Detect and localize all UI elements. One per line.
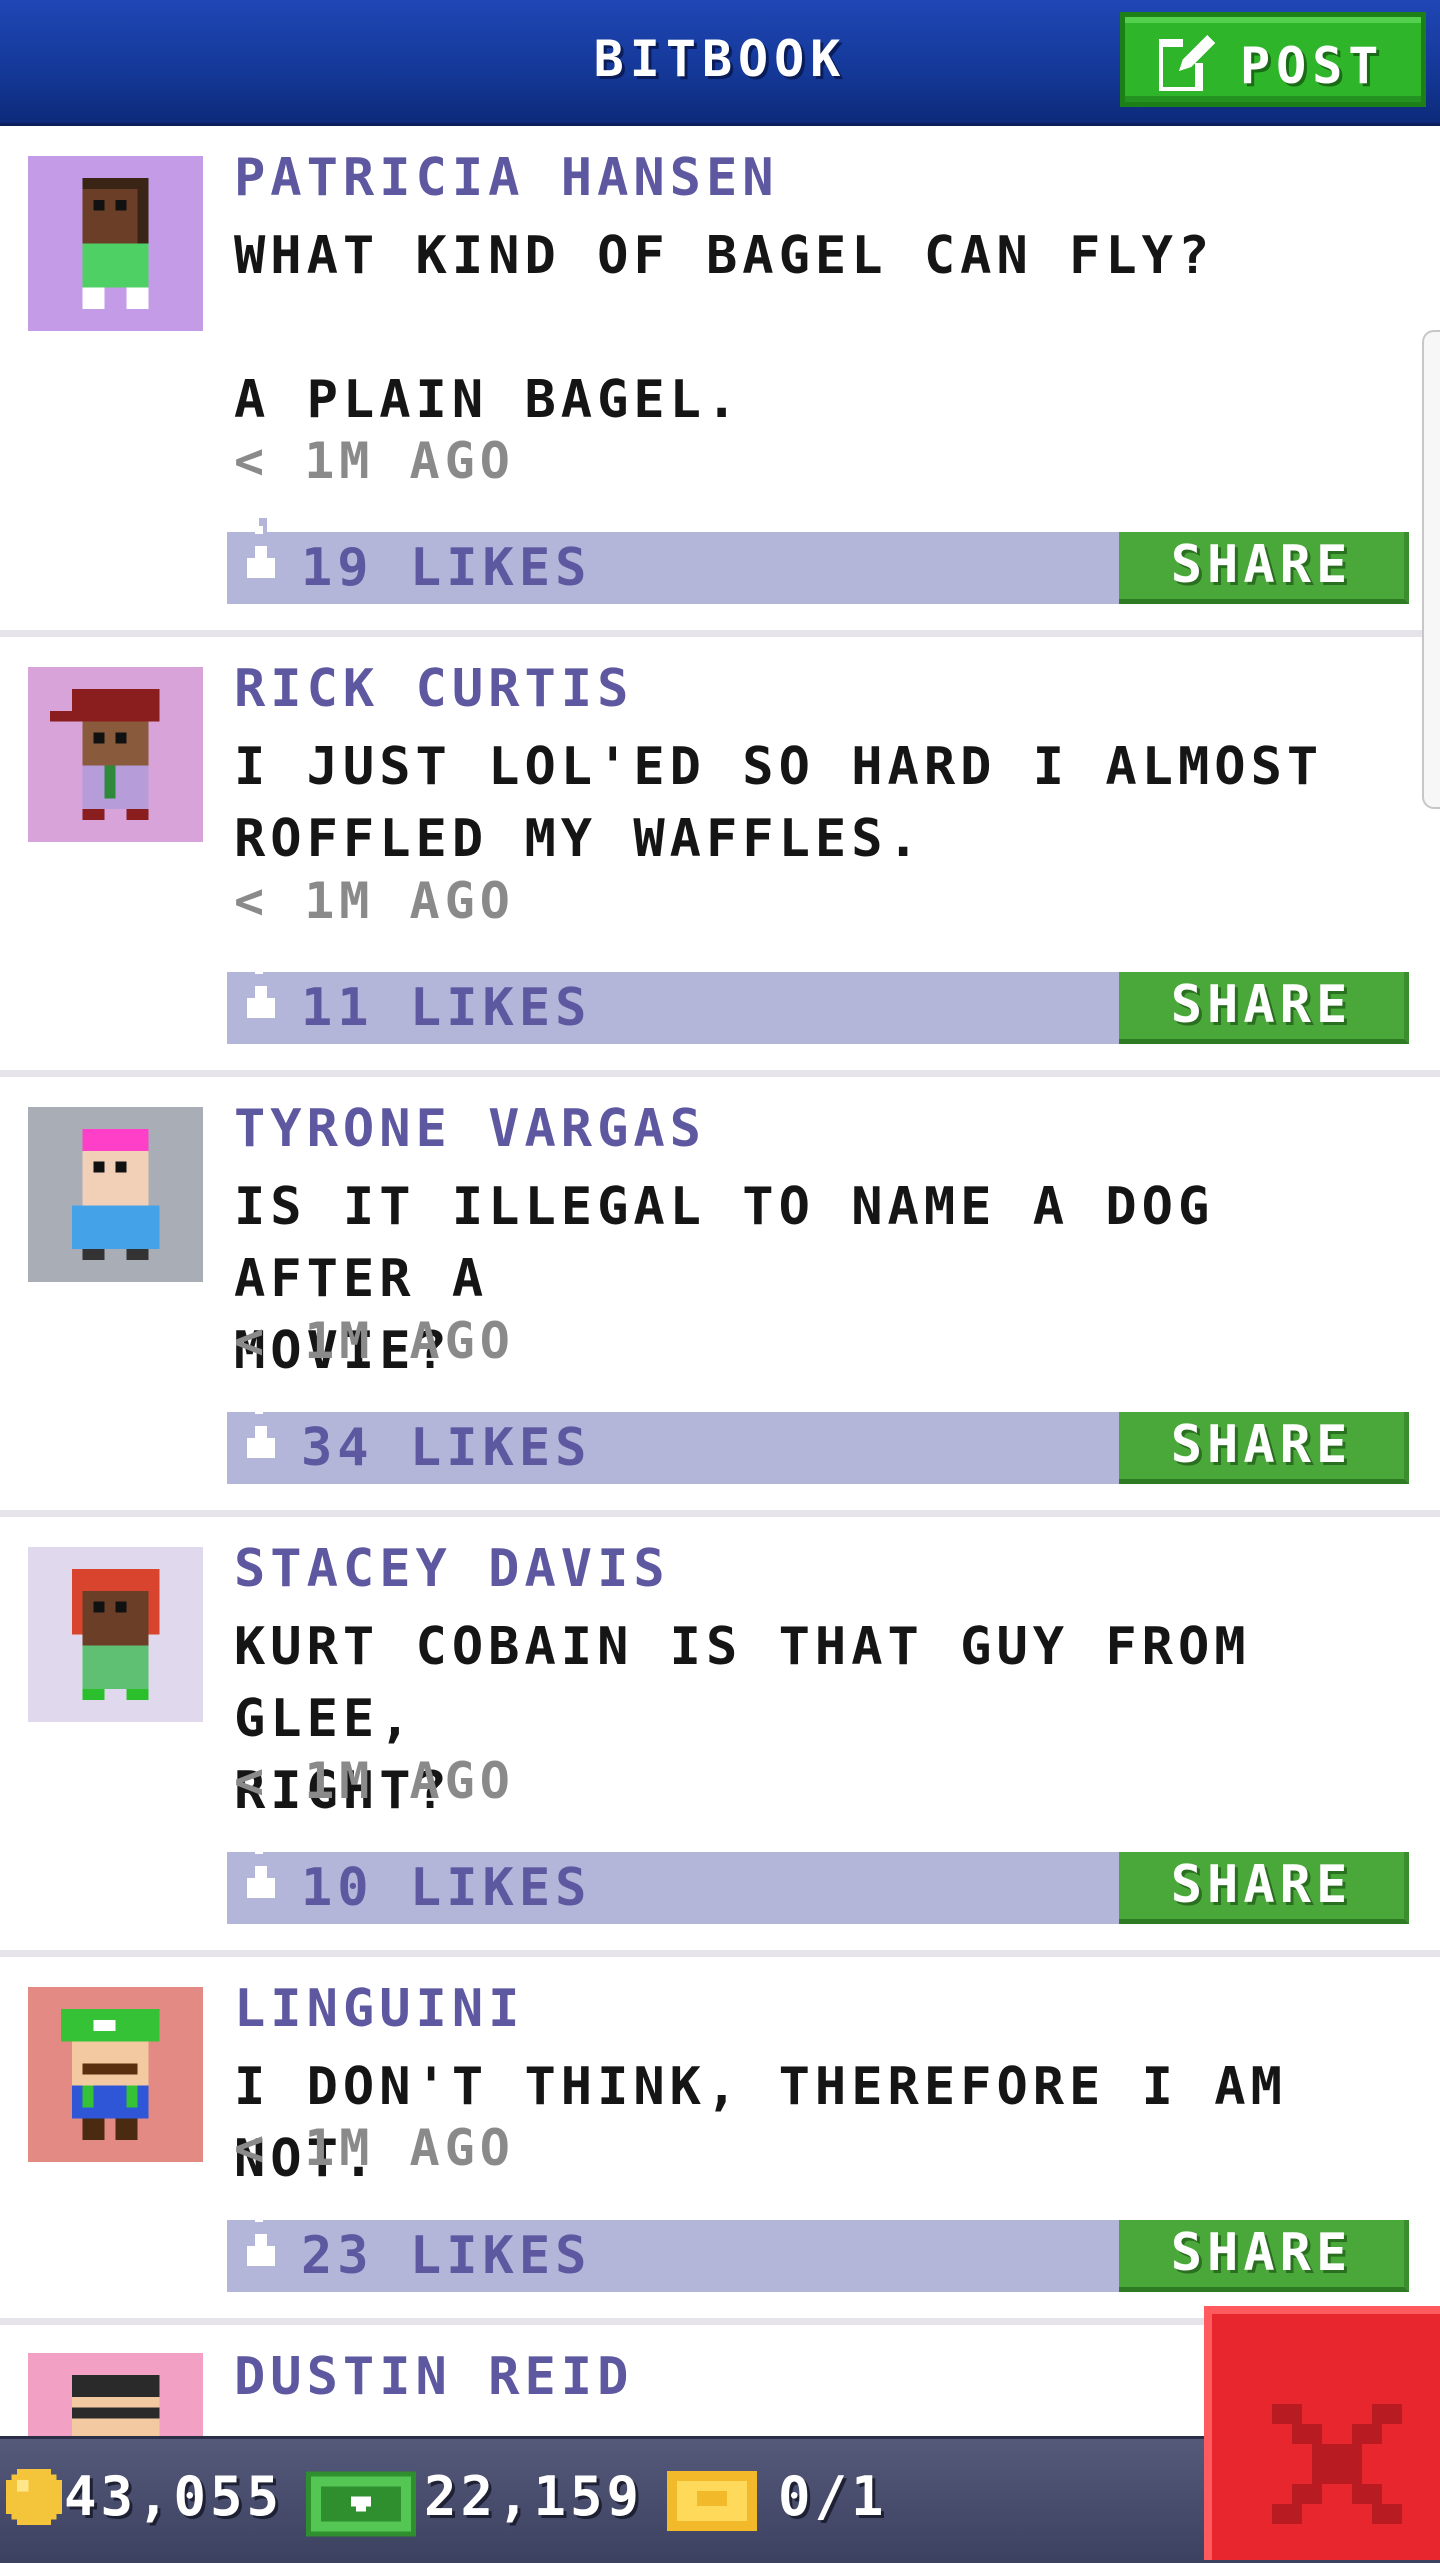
post-timestamp: < 1M AGO — [234, 1752, 515, 1810]
divider — [0, 1950, 1440, 1957]
share-button[interactable]: SHARE — [1119, 2220, 1409, 2292]
like-count: 23 LIKES — [301, 2226, 592, 2286]
feed-post: TYRONE VARGAS IS IT ILLEGAL TO NAME A DO… — [0, 1077, 1440, 1517]
avatar-character-icon — [28, 156, 203, 331]
like-count: 10 LIKES — [301, 1858, 592, 1918]
avatar-character-icon — [28, 667, 203, 842]
like-count: 19 LIKES — [301, 538, 592, 598]
close-button[interactable] — [1204, 2306, 1440, 2560]
post-timestamp: < 1M AGO — [234, 432, 515, 490]
share-button[interactable]: SHARE — [1119, 532, 1409, 604]
avatar-character-icon — [28, 2353, 203, 2436]
divider — [0, 1510, 1440, 1517]
feed-post: LINGUINI I DON'T THINK, THEREFORE I AM N… — [0, 1957, 1440, 2325]
divider — [0, 630, 1440, 637]
feed-post: STACEY DAVIS KURT COBAIN IS THAT GUY FRO… — [0, 1517, 1440, 1957]
scroll-indicator[interactable] — [1422, 330, 1440, 809]
author-name[interactable]: LINGUINI — [234, 1979, 524, 2039]
post-timestamp: < 1M AGO — [234, 872, 515, 930]
share-button[interactable]: SHARE — [1119, 972, 1409, 1044]
avatar-character-icon — [28, 1107, 203, 1282]
like-bar: 23 LIKES SHARE — [227, 2214, 1409, 2292]
author-name[interactable]: RICK CURTIS — [234, 659, 633, 719]
avatar-character-icon — [28, 1987, 203, 2162]
thumbs-up-icon[interactable] — [243, 1838, 279, 1918]
app-header: BITBOOK POST — [0, 0, 1440, 126]
thumbs-up-icon[interactable] — [243, 958, 279, 1038]
thumbs-up-icon[interactable] — [243, 518, 279, 598]
post-label: POST — [1240, 37, 1385, 95]
ticket-icon — [667, 2471, 757, 2531]
avatar-character-icon — [28, 1547, 203, 1722]
like-bar: 19 LIKES SHARE — [227, 518, 1409, 604]
share-button[interactable]: SHARE — [1119, 1852, 1409, 1924]
post-button[interactable]: POST — [1120, 12, 1426, 107]
compose-icon — [1159, 35, 1215, 91]
divider — [0, 1070, 1440, 1077]
post-text: WHAT KIND OF BAGEL CAN FLY? A PLAIN BAGE… — [234, 226, 1215, 430]
feed-post: RICK CURTIS I JUST LOL'ED SO HARD I ALMO… — [0, 637, 1440, 1077]
avatar[interactable] — [28, 156, 203, 331]
like-count: 11 LIKES — [301, 978, 592, 1038]
feed-post: PATRICIA HANSEN WHAT KIND OF BAGEL CAN F… — [0, 126, 1440, 637]
like-bar: 10 LIKES SHARE — [227, 1846, 1409, 1924]
avatar[interactable] — [28, 1107, 203, 1282]
like-bar: 34 LIKES SHARE — [227, 1406, 1409, 1484]
author-name[interactable]: PATRICIA HANSEN — [234, 148, 779, 208]
coin-icon — [6, 2469, 62, 2525]
avatar[interactable] — [28, 1987, 203, 2162]
post-text: I JUST LOL'ED SO HARD I ALMOST ROFFLED M… — [234, 737, 1324, 869]
like-bar: 11 LIKES SHARE — [227, 966, 1409, 1044]
news-feed[interactable]: PATRICIA HANSEN WHAT KIND OF BAGEL CAN F… — [0, 126, 1440, 2436]
post-timestamp: < 1M AGO — [234, 2119, 515, 2177]
thumbs-up-icon[interactable] — [243, 1398, 279, 1478]
ticket-count: 0/1 — [778, 2465, 888, 2528]
avatar[interactable] — [28, 667, 203, 842]
thumbs-up-icon[interactable] — [243, 2206, 279, 2286]
bux-count: 22,159 — [424, 2465, 644, 2528]
close-icon — [1272, 2404, 1402, 2524]
share-button[interactable]: SHARE — [1119, 1412, 1409, 1484]
like-count: 34 LIKES — [301, 1418, 592, 1478]
author-name[interactable]: STACEY DAVIS — [234, 1539, 670, 1599]
coin-count: 43,055 — [64, 2465, 284, 2528]
post-timestamp: < 1M AGO — [234, 1312, 515, 1370]
bux-icon — [306, 2471, 416, 2537]
author-name[interactable]: TYRONE VARGAS — [234, 1099, 706, 1159]
avatar[interactable] — [28, 2353, 203, 2436]
author-name[interactable]: DUSTIN REID — [234, 2347, 633, 2407]
avatar[interactable] — [28, 1547, 203, 1722]
